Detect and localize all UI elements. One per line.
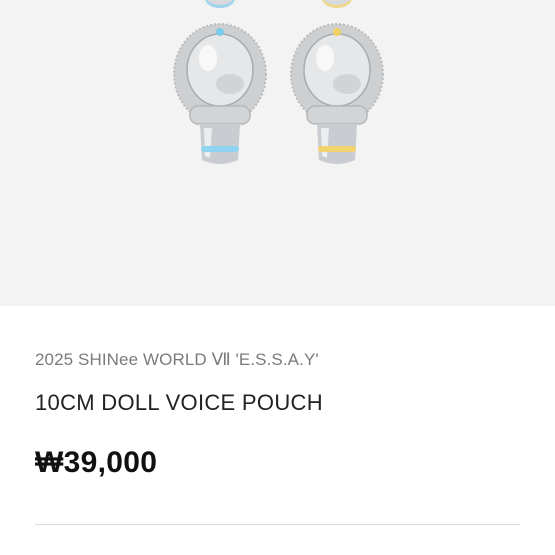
voice-pouch-yellow-icon (289, 0, 385, 188)
voice-pouch-blue-icon (172, 0, 268, 188)
product-price: ₩39,000 (35, 446, 158, 479)
product-series[interactable]: 2025 SHINee WORLD Ⅶ 'E.S.S.A.Y' (35, 350, 319, 370)
product-image[interactable] (0, 0, 555, 306)
divider (35, 524, 520, 525)
product-title: 10CM DOLL VOICE POUCH (35, 390, 323, 415)
